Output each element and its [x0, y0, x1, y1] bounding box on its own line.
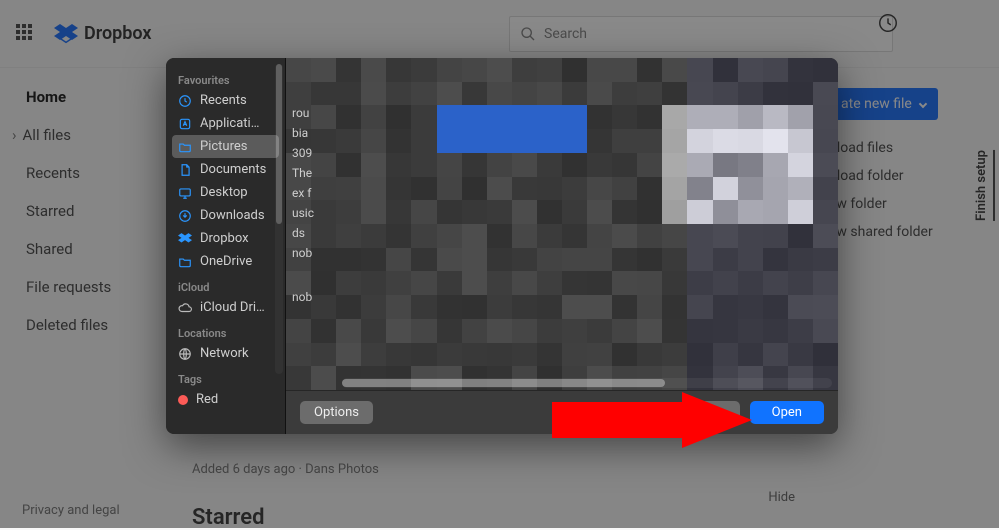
nav-file-requests[interactable]: File requests — [4, 268, 158, 306]
finder-filename-fragment: 309 — [286, 144, 340, 162]
finder-section-locations: Locations — [166, 325, 285, 342]
apps-grid-icon[interactable] — [16, 24, 36, 44]
finder-loc-network[interactable]: Network — [166, 342, 285, 365]
finder-filename-fragment: nob — [286, 244, 340, 262]
finder-fav-recents[interactable]: Recents — [166, 89, 285, 112]
right-panel: ate new file pload files pload folder ew… — [829, 68, 999, 528]
app-icon — [178, 117, 192, 131]
finder-sidebar-scrollbar[interactable] — [275, 64, 283, 374]
finder-fav-applicati-[interactable]: Applicati… — [166, 112, 285, 135]
options-button[interactable]: Options — [300, 401, 373, 424]
finish-setup-tab[interactable]: Finish setup — [974, 150, 995, 221]
doc-icon — [178, 163, 192, 177]
finder-icloud-icloud-dri-[interactable]: iCloud Dri… — [166, 296, 285, 319]
finder-sidebar: Favourites RecentsApplicati…PicturesDocu… — [166, 58, 286, 434]
finder-section-icloud: iCloud — [166, 279, 285, 296]
cancel-button[interactable] — [694, 401, 740, 425]
finder-fav-downloads[interactable]: Downloads — [166, 204, 285, 227]
finder-filename-fragment: bia — [286, 124, 340, 142]
left-nav: Home All files Recents Starred Shared Fi… — [0, 68, 158, 528]
finder-section-favourites: Favourites — [166, 72, 285, 89]
finder-footer: Options Open — [286, 390, 838, 434]
finder-fav-documents[interactable]: Documents — [166, 158, 285, 181]
cloud-icon — [178, 301, 192, 315]
finder-fav-onedrive[interactable]: OneDrive — [166, 250, 285, 273]
starred-heading: Starred — [192, 505, 795, 530]
finder-section-tags: Tags — [166, 371, 285, 388]
finder-filename-fragment: nob — [286, 288, 340, 306]
finder-content-pixelated — [286, 58, 838, 390]
nav-starred[interactable]: Starred — [4, 192, 158, 230]
tag-dot-icon — [178, 395, 188, 405]
create-new-file-label: ate new file — [841, 96, 912, 112]
globe-icon — [178, 347, 192, 361]
finder-filename-fragment: ex f — [286, 184, 340, 202]
clock-icon — [178, 94, 192, 108]
open-button[interactable]: Open — [750, 401, 824, 424]
dropbox-glyph-icon — [54, 24, 78, 44]
nav-recents[interactable]: Recents — [4, 154, 158, 192]
desktop-icon — [178, 186, 192, 200]
finder-filename-fragment: The — [286, 164, 340, 182]
finder-fav-desktop[interactable]: Desktop — [166, 181, 285, 204]
dropbox-icon — [178, 232, 192, 246]
notifications-icon[interactable] — [877, 12, 899, 38]
hide-link[interactable]: Hide — [768, 490, 795, 505]
finder-tag-red[interactable]: Red — [166, 388, 285, 411]
brand-name: Dropbox — [84, 23, 152, 44]
nav-shared[interactable]: Shared — [4, 230, 158, 268]
finder-content-area[interactable]: rou bia 309 The ex f usic ds nob nob — [286, 58, 838, 390]
nav-deleted-files[interactable]: Deleted files — [4, 306, 158, 344]
item-meta: Added 6 days ago · Dans Photos — [192, 462, 795, 477]
folder-icon — [178, 255, 192, 269]
nav-all-files[interactable]: All files — [4, 116, 158, 154]
file-open-dialog: Favourites RecentsApplicati…PicturesDocu… — [166, 58, 838, 434]
create-new-file-button[interactable]: ate new file — [829, 88, 938, 120]
finder-fav-pictures[interactable]: Pictures — [172, 135, 279, 158]
finder-filename-fragment: ds — [286, 224, 340, 242]
finder-filename-fragment: rou — [286, 104, 340, 122]
search-icon — [520, 26, 536, 42]
finder-filename-fragment: usic — [286, 204, 340, 222]
finder-fav-dropbox[interactable]: Dropbox — [166, 227, 285, 250]
dropbox-logo[interactable]: Dropbox — [54, 23, 152, 44]
search-placeholder: Search — [544, 26, 587, 42]
privacy-link[interactable]: Privacy and legal — [22, 503, 120, 518]
search-input[interactable]: Search — [509, 16, 893, 52]
finder-filename-column: rou bia 309 The ex f usic ds nob nob — [286, 58, 340, 376]
chevron-down-icon — [919, 100, 927, 108]
new-shared-folder[interactable]: ew shared folder — [829, 218, 999, 246]
folder-icon — [178, 140, 192, 154]
finder-horizontal-scrollbar[interactable] — [342, 378, 832, 388]
download-icon — [178, 209, 192, 223]
nav-home[interactable]: Home — [4, 78, 158, 116]
